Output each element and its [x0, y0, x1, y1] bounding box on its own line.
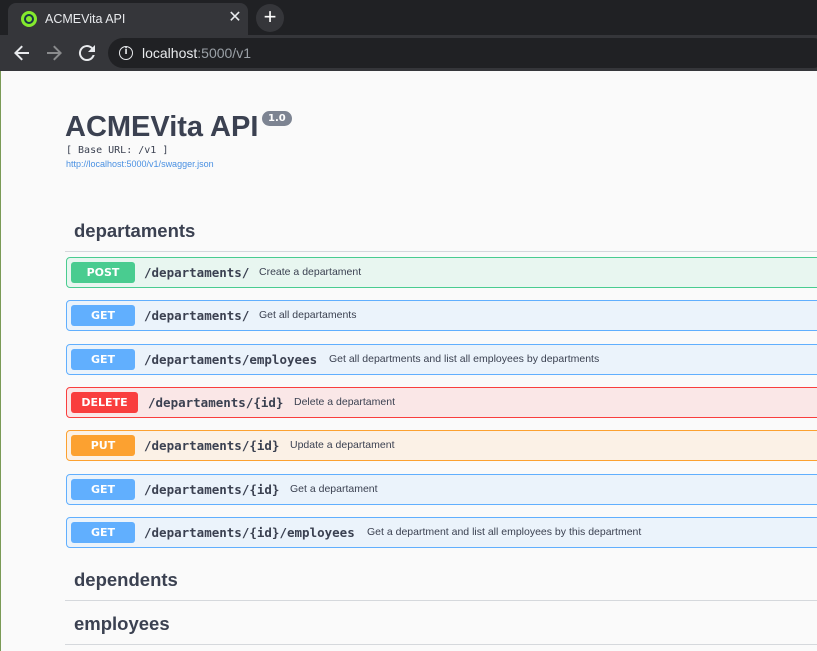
- method-badge: GET: [71, 479, 135, 500]
- close-tab-icon[interactable]: ✕: [226, 9, 244, 27]
- tag-name: dependents: [74, 569, 178, 590]
- operation-path: /departaments/employees: [144, 352, 318, 367]
- tag-employees[interactable]: employees: [65, 601, 817, 645]
- new-tab-button[interactable]: +: [256, 4, 284, 32]
- operation-delete-departament[interactable]: DELETE /departaments/{id} Delete a depar…: [66, 387, 817, 418]
- operation-path: /departaments/: [144, 265, 250, 280]
- operation-path: /departaments/{id}: [144, 438, 280, 453]
- tag-dependents[interactable]: dependents: [65, 557, 817, 601]
- method-badge: GET: [71, 349, 135, 370]
- tag-departaments[interactable]: departaments: [65, 208, 817, 252]
- browser-tab[interactable]: ACMEVita API ✕: [8, 3, 248, 35]
- operation-post-departaments[interactable]: POST /departaments/ Create a departament: [66, 257, 817, 288]
- method-badge: GET: [71, 305, 135, 326]
- base-url: [ Base URL: /v1 ]: [66, 145, 169, 156]
- operation-summary: Get all departaments: [259, 309, 357, 321]
- method-badge: POST: [71, 262, 135, 283]
- method-badge: GET: [71, 522, 135, 543]
- site-info-icon[interactable]: i: [119, 46, 133, 60]
- method-badge: PUT: [71, 435, 135, 456]
- operation-get-departament[interactable]: GET /departaments/{id} Get a departament: [66, 474, 817, 505]
- operation-get-departaments-employees[interactable]: GET /departaments/employees Get all depa…: [66, 344, 817, 375]
- tag-name: employees: [74, 613, 170, 634]
- browser-tab-strip: ACMEVita API ✕ +: [0, 0, 817, 35]
- operation-get-departament-employees[interactable]: GET /departaments/{id}/employees Get a d…: [66, 517, 817, 548]
- page-content: ACMEVita API 1.0 [ Base URL: /v1 ] http:…: [0, 71, 817, 651]
- swagger-favicon-icon: [21, 11, 37, 27]
- operation-summary: Delete a departament: [294, 396, 395, 408]
- operation-summary: Get a department and list all employees …: [367, 526, 642, 538]
- operation-summary: Get a departament: [290, 483, 378, 495]
- operation-summary: Get all departments and list all employe…: [329, 353, 600, 365]
- reload-icon[interactable]: [75, 41, 99, 65]
- forward-arrow-icon[interactable]: [42, 41, 66, 65]
- operation-path: /departaments/{id}: [144, 482, 280, 497]
- operation-summary: Update a departament: [290, 439, 395, 451]
- operation-summary: Create a departament: [259, 266, 362, 278]
- api-title: ACMEVita API: [65, 111, 259, 143]
- address-bar[interactable]: i localhost:5000/v1: [108, 38, 817, 68]
- operation-put-departament[interactable]: PUT /departaments/{id} Update a departam…: [66, 430, 817, 461]
- browser-toolbar: i localhost:5000/v1: [0, 35, 817, 71]
- swagger-json-link[interactable]: http://localhost:5000/v1/swagger.json: [66, 159, 214, 169]
- version-badge: 1.0: [262, 111, 292, 126]
- back-arrow-icon[interactable]: [10, 41, 34, 65]
- tab-title: ACMEVita API: [45, 12, 126, 26]
- operation-path: /departaments/{id}/employees: [144, 525, 355, 540]
- operation-path: /departaments/: [144, 308, 250, 323]
- url-text[interactable]: localhost:5000/v1: [142, 45, 251, 61]
- operation-path: /departaments/{id}: [148, 395, 284, 410]
- tag-name: departaments: [74, 220, 196, 241]
- method-badge: DELETE: [71, 392, 138, 413]
- operation-get-departaments[interactable]: GET /departaments/ Get all departaments: [66, 300, 817, 331]
